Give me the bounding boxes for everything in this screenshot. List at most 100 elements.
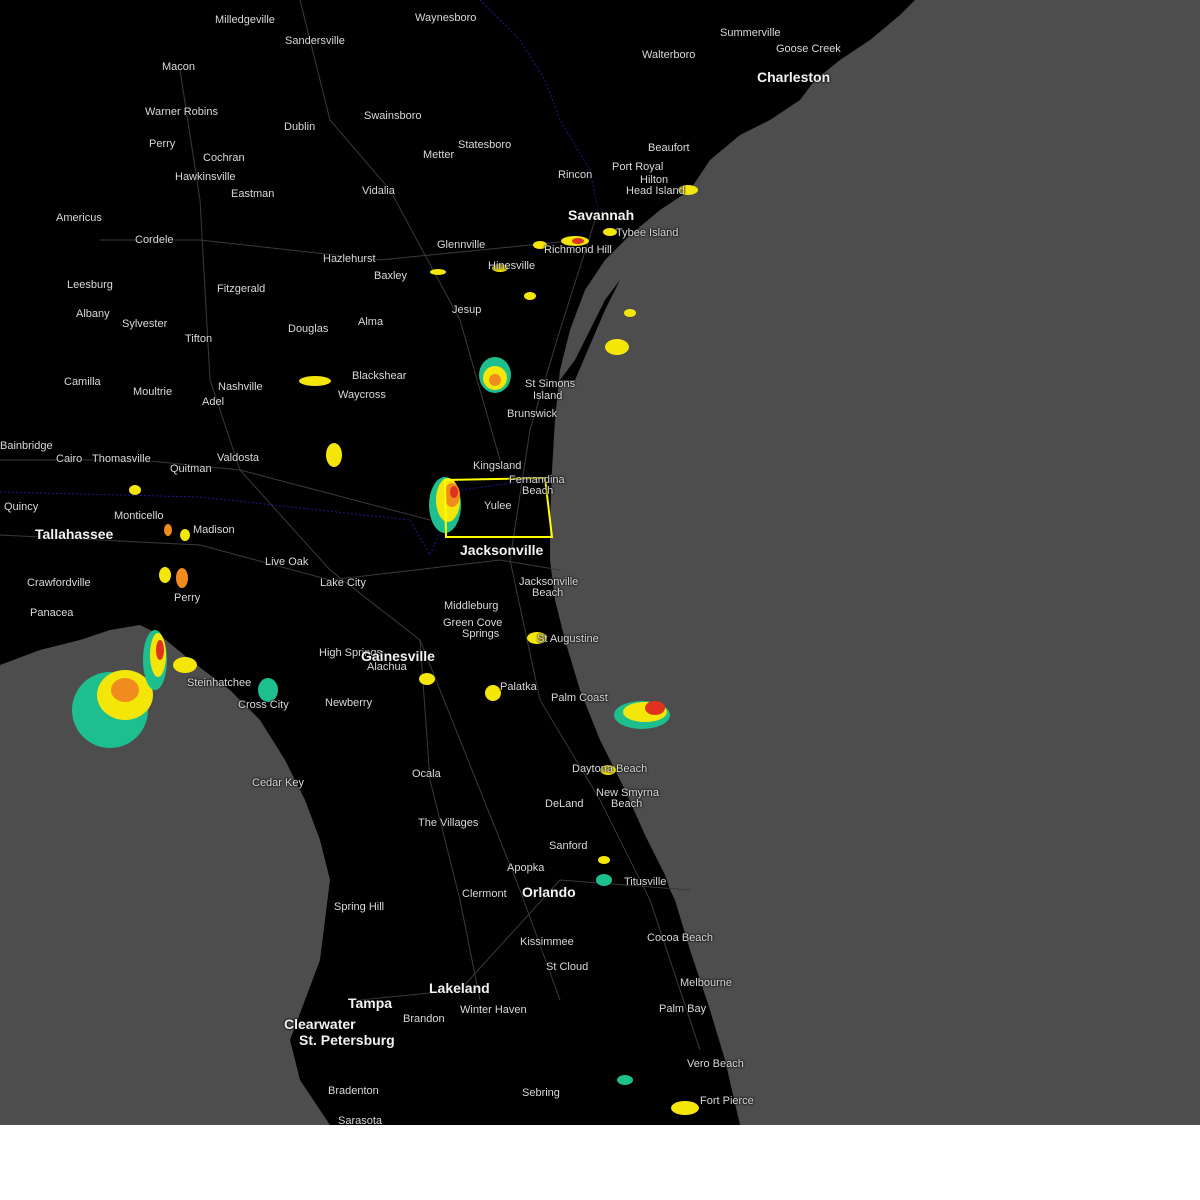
city-label: Albany xyxy=(76,308,110,320)
city-label: Steinhatchee xyxy=(187,677,252,689)
city-label: Milledgeville xyxy=(215,14,275,26)
city-label: Brandon xyxy=(403,1013,445,1025)
city-label: Newberry xyxy=(325,697,373,709)
city-label: Quincy xyxy=(4,501,39,513)
city-label: Vero Beach xyxy=(687,1058,744,1070)
city-label: Goose Creek xyxy=(776,43,841,55)
city-label: Moultrie xyxy=(133,386,173,398)
radar-map[interactable]: Milledgeville Waynesboro Sandersville Summe… xyxy=(0,0,1200,1125)
city-label: The Villages xyxy=(418,817,479,829)
city-label: Lakeland xyxy=(429,980,490,996)
city-label: Bainbridge xyxy=(0,440,53,452)
city-label: Sanford xyxy=(549,840,588,852)
city-label: Cochran xyxy=(203,152,245,164)
city-label: Port Royal xyxy=(612,161,664,173)
city-label: Blackshear xyxy=(352,370,407,382)
city-label: Orlando xyxy=(522,884,576,900)
city-label: Statesboro xyxy=(458,139,512,151)
city-label: Metter xyxy=(423,149,455,161)
city-label: Nashville xyxy=(218,381,263,393)
city-label: Camilla xyxy=(64,376,101,388)
city-label: Summerville xyxy=(720,27,781,39)
city-label: Island xyxy=(533,390,563,402)
city-label: Tifton xyxy=(185,333,213,345)
city-label: St Simons xyxy=(525,378,576,390)
city-label: Beach xyxy=(522,485,554,497)
city-label: Cairo xyxy=(56,453,83,465)
city-label: Fort Pierce xyxy=(700,1095,754,1107)
city-label: Waycross xyxy=(338,389,386,401)
city-label: Kingsland xyxy=(473,460,522,472)
city-label: Walterboro xyxy=(642,49,696,61)
city-label: Valdosta xyxy=(217,452,259,464)
city-label: Clearwater xyxy=(284,1016,356,1032)
city-label: Apopka xyxy=(507,862,545,874)
city-label: Americus xyxy=(56,212,102,224)
city-label: Perry xyxy=(174,592,201,604)
city-label: Live Oak xyxy=(265,556,309,568)
city-label: St Augustine xyxy=(537,633,599,645)
city-label: Springs xyxy=(462,628,500,640)
city-label: Savannah xyxy=(568,207,635,223)
city-label: Monticello xyxy=(114,510,164,522)
city-label: Cocoa Beach xyxy=(647,932,714,944)
city-label: Macon xyxy=(162,61,196,73)
city-label: St Cloud xyxy=(546,961,589,973)
city-label: Hinesville xyxy=(488,260,536,272)
city-label: Douglas xyxy=(288,323,329,335)
city-label: Sarasota xyxy=(338,1115,383,1125)
city-label: DeLand xyxy=(545,798,584,810)
city-label: Cross City xyxy=(238,699,289,711)
city-label: Yulee xyxy=(484,500,512,512)
city-label: Middleburg xyxy=(444,600,499,612)
city-label: Tybee Island xyxy=(616,227,679,239)
city-label: Waynesboro xyxy=(415,12,477,24)
city-label: Palm Coast xyxy=(551,692,608,704)
city-label: Crawfordville xyxy=(27,577,91,589)
city-label: Charleston xyxy=(757,69,831,85)
city-label: Daytona Beach xyxy=(572,763,648,775)
city-label: Tampa xyxy=(348,995,393,1011)
city-label: Sylvester xyxy=(122,318,168,330)
city-label: Leesburg xyxy=(67,279,113,291)
city-label: Bradenton xyxy=(328,1085,379,1097)
city-label: Brunswick xyxy=(507,408,558,420)
city-label: Ocala xyxy=(412,768,441,780)
city-label: Glennville xyxy=(437,239,486,251)
city-label: Cordele xyxy=(135,234,174,246)
city-label: Vidalia xyxy=(362,185,395,197)
city-label: Adel xyxy=(202,396,225,408)
city-label: Jacksonville xyxy=(460,542,544,558)
city-label: Richmond Hill xyxy=(544,244,612,256)
city-label: Quitman xyxy=(170,463,212,475)
city-label: Palatka xyxy=(500,681,537,693)
city-label: Winter Haven xyxy=(460,1004,527,1016)
city-label: Gainesville xyxy=(361,648,435,664)
city-label: Head Island xyxy=(626,185,685,197)
city-label: Perry xyxy=(149,138,176,150)
city-label: Sandersville xyxy=(285,35,345,47)
city-label: Rincon xyxy=(558,169,593,181)
city-label: Dublin xyxy=(284,121,316,133)
city-label: Clermont xyxy=(462,888,507,900)
city-label: Eastman xyxy=(231,188,275,200)
footer-blank xyxy=(0,1125,1200,1200)
city-label: Swainsboro xyxy=(364,110,422,122)
city-label: Spring Hill xyxy=(334,901,385,913)
city-label: Hawkinsville xyxy=(175,171,236,183)
city-label: Thomasville xyxy=(92,453,151,465)
city-label: Tallahassee xyxy=(35,526,114,542)
city-label: Beach xyxy=(611,798,643,810)
city-label: Madison xyxy=(193,524,235,536)
city-label: Panacea xyxy=(30,607,74,619)
city-label: Hazlehurst xyxy=(323,253,376,265)
city-label: Beaufort xyxy=(648,142,690,154)
city-label: St. Petersburg xyxy=(299,1032,395,1048)
city-label: Palm Bay xyxy=(659,1003,707,1015)
city-label: Kissimmee xyxy=(520,936,574,948)
city-label: Jesup xyxy=(452,304,482,316)
city-label: Baxley xyxy=(374,270,408,282)
map-canvas xyxy=(0,0,915,1125)
city-label: Warner Robins xyxy=(145,106,218,118)
city-label: Melbourne xyxy=(680,977,732,989)
